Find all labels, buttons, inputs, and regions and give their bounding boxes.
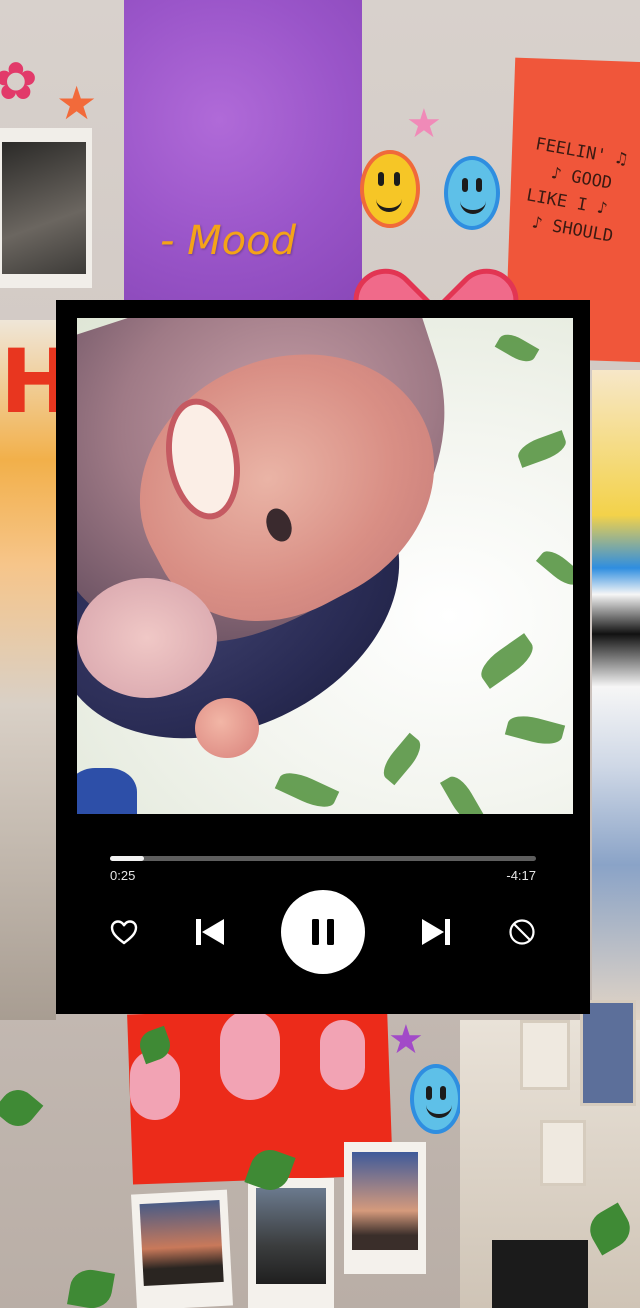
elapsed-time: 0:25 xyxy=(110,868,136,883)
smiley-sticker xyxy=(410,1064,462,1134)
album-cover xyxy=(77,318,573,814)
music-player-card: 0:25 -4:17 xyxy=(56,300,590,1014)
pink-shape xyxy=(320,1020,365,1090)
story-screen: FEELIN' ♫ ♪ GOOD LIKE I ♪ ♪ SHOULD Hi ✿ … xyxy=(0,0,640,1308)
wall-photo xyxy=(131,1189,233,1308)
shelf-frame xyxy=(580,1000,636,1106)
skip-previous-icon xyxy=(196,919,224,945)
wall-photo xyxy=(344,1142,426,1274)
pause-button[interactable] xyxy=(281,890,365,974)
skip-next-icon xyxy=(422,919,450,945)
remaining-time: -4:17 xyxy=(506,868,536,883)
smiley-sticker xyxy=(444,156,500,230)
flower-sticker: ✿ xyxy=(0,52,38,112)
right-wall-posters xyxy=(592,370,640,1030)
poster-lettering: FEELIN' ♫ ♪ GOOD LIKE I ♪ ♪ SHOULD xyxy=(520,134,629,247)
progress-fill xyxy=(110,856,145,861)
next-button[interactable] xyxy=(416,912,456,952)
storage-box xyxy=(492,1240,588,1308)
like-button[interactable] xyxy=(106,914,142,950)
progress-bar[interactable] xyxy=(110,856,536,861)
pause-icon xyxy=(312,919,334,945)
shelf-frame xyxy=(520,1020,570,1090)
heart-icon xyxy=(110,920,138,945)
star-sticker: ★ xyxy=(56,76,98,130)
pink-shape xyxy=(220,1010,280,1100)
block-button[interactable] xyxy=(504,914,540,950)
block-icon xyxy=(509,919,535,945)
star-sticker: ★ xyxy=(388,1017,424,1063)
previous-button[interactable] xyxy=(190,912,230,952)
wall-polaroid-photo xyxy=(2,142,86,274)
wall-photo xyxy=(248,1178,334,1308)
song-title: - Mood xyxy=(160,218,296,264)
star-sticker: ★ xyxy=(406,101,442,147)
smiley-sticker xyxy=(360,150,420,228)
shelf-frame xyxy=(540,1120,586,1186)
